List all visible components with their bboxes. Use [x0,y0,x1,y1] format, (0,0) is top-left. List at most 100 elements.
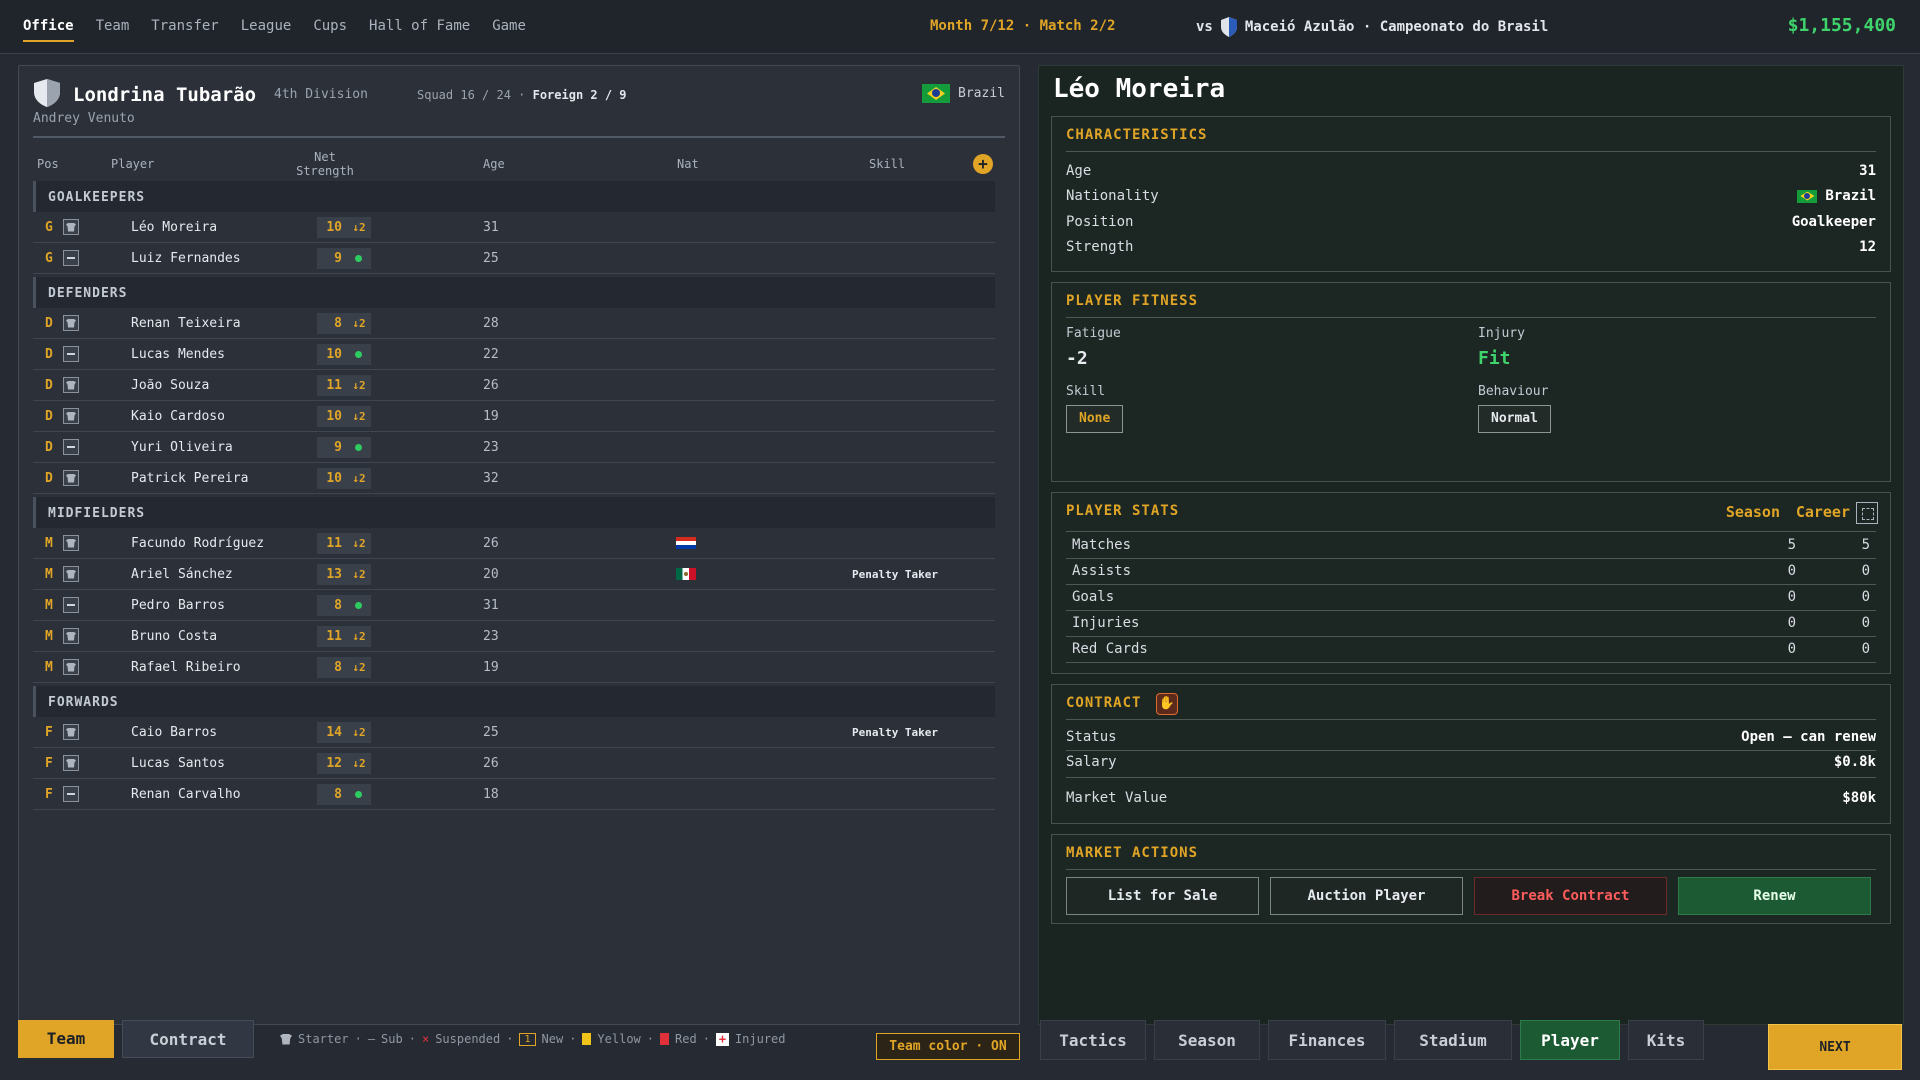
nav-hall-of-fame[interactable]: Hall of Fame [369,18,470,42]
player-row[interactable]: D Lucas Mendes 10 22 [33,339,995,370]
add-player-icon[interactable]: + [973,154,993,174]
col-age[interactable]: Age [483,157,505,171]
starter-shirt-icon[interactable] [63,315,79,331]
player-position: F [45,725,53,740]
sub-icon[interactable] [63,597,79,613]
player-name: João Souza [131,378,210,393]
nav-office[interactable]: Office [23,18,74,42]
net-strength: 11 [317,375,347,396]
starter-shirt-icon[interactable] [63,470,79,486]
renew-button[interactable]: Renew [1678,877,1871,915]
player-row[interactable]: D João Souza 11 ↓2 26 [33,370,995,401]
behaviour-pill[interactable]: Normal [1478,405,1551,433]
col-skill[interactable]: Skill [869,157,905,171]
starter-shirt-icon[interactable] [63,628,79,644]
player-position: F [45,787,53,802]
sub-icon[interactable] [63,786,79,802]
starter-shirt-icon [280,1033,292,1045]
starter-shirt-icon[interactable] [63,566,79,582]
contract-status-row: Status Open — can renew [1066,725,1876,750]
starter-shirt-icon[interactable] [63,377,79,393]
nav-transfer[interactable]: Transfer [151,18,218,42]
fit-status-dot-icon [347,595,371,616]
starter-shirt-icon[interactable] [63,535,79,551]
new-badge-icon: 1 [519,1032,536,1046]
tab-contract[interactable]: Contract [122,1020,254,1058]
legend-sep: · [408,1032,416,1046]
squad-info: Squad 16 / 24 · Foreign 2 / 9 [417,88,627,102]
player-row[interactable]: G Léo Moreira 10 ↓2 31 [33,212,995,243]
strength-delta: ↓2 [347,313,371,334]
player-row[interactable]: D Kaio Cardoso 10 ↓2 19 [33,401,995,432]
break-contract-button[interactable]: Break Contract [1474,877,1667,915]
stat-season-value: 0 [1787,641,1796,657]
stat-career-value: 0 [1861,615,1870,631]
tab-finances[interactable]: Finances [1268,1020,1386,1060]
player-age: 26 [483,756,499,771]
tab-stadium[interactable]: Stadium [1394,1020,1512,1060]
list-for-sale-button[interactable]: List for Sale [1066,877,1259,915]
next-button[interactable]: NEXT [1768,1024,1902,1070]
starter-shirt-icon[interactable] [63,408,79,424]
starter-shirt-icon[interactable] [63,755,79,771]
col-net-strength[interactable]: Net Strength [295,150,355,178]
season-column-header[interactable]: Season [1726,503,1780,521]
tab-team[interactable]: Team [18,1020,114,1058]
characteristics-card: CHARACTERISTICS Age 31 Nationality Brazi… [1051,116,1891,272]
team-color-toggle[interactable]: Team color · ON [876,1033,1020,1060]
expand-icon[interactable] [1856,502,1878,524]
squad-panel: Londrina Tubarão 4th Division Squad 16 /… [18,65,1020,1025]
skill-pill[interactable]: None [1066,405,1124,433]
net-strength: 12 [317,753,347,774]
player-row[interactable]: M Pedro Barros 8 31 [33,590,995,621]
player-row[interactable]: F Lucas Santos 12 ↓2 26 [33,748,995,779]
tab-kits[interactable]: Kits [1628,1020,1704,1060]
salary-value: $0.8k [1833,754,1876,770]
sub-icon[interactable] [63,439,79,455]
sub-icon[interactable] [63,250,79,266]
player-age: 20 [483,567,499,582]
contract-hand-icon[interactable]: ✋ [1156,693,1178,715]
starter-shirt-icon[interactable] [63,219,79,235]
tab-tactics[interactable]: Tactics [1040,1020,1146,1060]
player-position: D [45,409,53,424]
net-strength: 9 [317,248,347,269]
stat-career-value: 5 [1861,537,1870,553]
mexico-flag-icon [676,568,696,580]
position-label: Position [1066,214,1134,230]
nav-team[interactable]: Team [96,18,130,42]
player-row[interactable]: F Caio Barros 14 ↓2 25 Penalty Taker [33,717,995,748]
player-row[interactable]: D Renan Teixeira 8 ↓2 28 [33,308,995,339]
stat-career-value: 0 [1861,589,1870,605]
col-pos[interactable]: Pos [37,157,59,171]
player-row[interactable]: D Yuri Oliveira 9 23 [33,432,995,463]
player-row[interactable]: D Patrick Pereira 10 ↓2 32 [33,463,995,494]
player-row[interactable]: M Ariel Sánchez 13 ↓2 20 Penalty Taker [33,559,995,590]
auction-player-button[interactable]: Auction Player [1270,877,1463,915]
team-division: 4th Division [274,87,368,102]
strength-delta: ↓2 [347,468,371,489]
net-strength: 10 [317,406,347,427]
starter-shirt-icon[interactable] [63,659,79,675]
nav-league[interactable]: League [241,18,292,42]
starter-shirt-icon[interactable] [63,724,79,740]
player-row[interactable]: F Renan Carvalho 8 18 [33,779,995,810]
player-row[interactable]: M Facundo Rodríguez 11 ↓2 26 [33,528,995,559]
career-column-header[interactable]: Career [1796,503,1850,521]
col-player[interactable]: Player [111,157,154,171]
player-row[interactable]: M Bruno Costa 11 ↓2 23 [33,621,995,652]
player-row[interactable]: M Rafael Ribeiro 8 ↓2 19 [33,652,995,683]
injury-label: Injury [1478,326,1525,341]
player-row[interactable]: G Luiz Fernandes 9 25 [33,243,995,274]
tab-player[interactable]: Player [1520,1020,1620,1060]
nav-game[interactable]: Game [492,18,526,42]
col-nat[interactable]: Nat [677,157,699,171]
stat-season-value: 0 [1787,589,1796,605]
sub-icon[interactable] [63,346,79,362]
contract-card: CONTRACT ✋ Status Open — can renew Salar… [1051,684,1891,824]
nav-cups[interactable]: Cups [313,18,347,42]
player-position: G [45,251,53,266]
fit-status-dot-icon [347,248,371,269]
legend: Starter · – Sub · × Suspended · 1 New · … [280,1032,786,1046]
tab-season[interactable]: Season [1154,1020,1260,1060]
